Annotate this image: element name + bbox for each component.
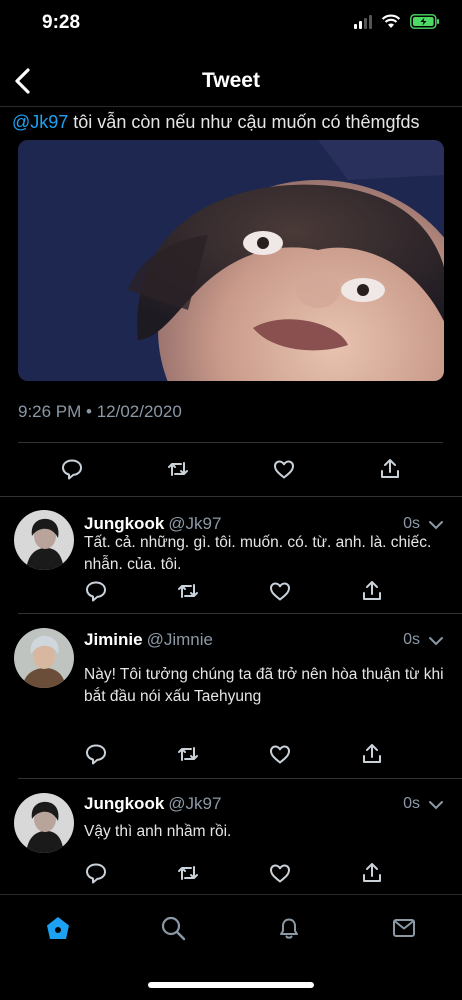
share-icon	[363, 581, 381, 600]
like-button[interactable]	[268, 742, 292, 766]
chevron-down-icon[interactable]	[428, 634, 444, 646]
reply-button[interactable]	[60, 457, 84, 481]
heart-icon	[270, 582, 290, 601]
share-button[interactable]	[360, 579, 384, 603]
author-name: Jiminie	[84, 630, 143, 649]
nav-header: Tweet	[0, 58, 462, 104]
share-button[interactable]	[360, 861, 384, 885]
reply-button[interactable]	[84, 579, 108, 603]
tab-notifications[interactable]	[276, 915, 302, 941]
status-icons	[354, 14, 440, 29]
share-icon	[363, 744, 381, 763]
reply-text: Tất. cả. những. gì. tôi. muốn. có. từ. a…	[84, 534, 432, 573]
reply-tweet[interactable]: Jiminie @Jimnie 0s Này! Tôi tưởng chúng t…	[0, 614, 462, 779]
reply-icon	[62, 459, 82, 480]
reply-tweet[interactable]: Jungkook @Jk97 0s Vậy thì anh nhầm rồi.	[0, 779, 462, 894]
share-icon	[381, 459, 399, 478]
wifi-icon	[381, 14, 401, 29]
author-handle: @Jimnie	[146, 630, 213, 649]
reply-text: Vậy thì anh nhầm rồi.	[84, 823, 232, 840]
retweet-button[interactable]	[176, 861, 200, 885]
home-indicator[interactable]	[148, 982, 314, 988]
author-name: Jungkook	[84, 514, 165, 533]
retweet-icon	[178, 584, 198, 598]
tweet-text: @Jk97 tôi vẫn còn nếu như cậu muốn có th…	[12, 112, 420, 133]
avatar[interactable]	[14, 793, 74, 853]
share-button[interactable]	[360, 742, 384, 766]
heart-icon	[274, 460, 294, 479]
heart-icon	[270, 864, 290, 883]
reply-author[interactable]: Jiminie @Jimnie	[84, 630, 213, 650]
heart-icon	[270, 745, 290, 764]
home-icon	[47, 917, 69, 939]
divider	[18, 442, 443, 443]
author-handle: @Jk97	[168, 794, 222, 813]
reply-icon	[86, 863, 106, 884]
reply-tweet[interactable]: Jungkook @Jk97 0s Tất. cả. những. gì. tôi…	[0, 497, 462, 614]
nav-divider	[0, 106, 462, 107]
chevron-down-icon[interactable]	[428, 798, 444, 810]
face-photo-image	[18, 140, 444, 381]
author-name: Jungkook	[84, 794, 165, 813]
reply-button[interactable]	[84, 742, 108, 766]
like-button[interactable]	[268, 579, 292, 603]
tweet-body: tôi vẫn còn nếu như cậu muốn có thêmgfds	[68, 112, 420, 132]
reply-author[interactable]: Jungkook @Jk97	[84, 794, 221, 814]
mail-icon	[393, 919, 415, 937]
tweet-mention-link[interactable]: @Jk97	[12, 112, 68, 132]
retweet-icon	[178, 866, 198, 880]
tweet-action-bar	[0, 452, 462, 486]
status-bar: 9:28	[0, 0, 462, 48]
reply-time: 0s	[403, 795, 420, 812]
tab-messages[interactable]	[391, 915, 417, 941]
retweet-icon	[168, 462, 188, 476]
bell-icon	[280, 918, 298, 939]
reply-button[interactable]	[84, 861, 108, 885]
like-button[interactable]	[268, 861, 292, 885]
retweet-button[interactable]	[176, 742, 200, 766]
retweet-button[interactable]	[176, 579, 200, 603]
tab-home[interactable]	[45, 915, 71, 941]
like-button[interactable]	[272, 457, 296, 481]
tab-search[interactable]	[160, 915, 186, 941]
battery-icon	[410, 14, 440, 29]
retweet-button[interactable]	[166, 457, 190, 481]
avatar[interactable]	[14, 628, 74, 688]
reply-text: Này! Tôi tưởng chúng ta đã trở nên hòa t…	[84, 666, 444, 705]
reply-icon	[86, 744, 106, 765]
author-handle: @Jk97	[168, 514, 222, 533]
avatar[interactable]	[14, 510, 74, 570]
reply-author[interactable]: Jungkook @Jk97	[84, 514, 221, 534]
share-icon	[363, 863, 381, 882]
status-time: 9:28	[42, 12, 81, 33]
retweet-icon	[178, 747, 198, 761]
reply-time: 0s	[403, 515, 420, 532]
tweet-timestamp: 9:26 PM • 12/02/2020	[18, 402, 182, 421]
reply-icon	[86, 581, 106, 602]
page-title: Tweet	[202, 69, 260, 92]
reply-time: 0s	[403, 631, 420, 648]
tweet-media-image[interactable]	[18, 140, 444, 381]
signal-icon	[354, 14, 372, 29]
share-button[interactable]	[378, 457, 402, 481]
chevron-down-icon[interactable]	[428, 518, 444, 530]
search-icon	[161, 916, 186, 941]
tab-bar	[0, 895, 462, 965]
